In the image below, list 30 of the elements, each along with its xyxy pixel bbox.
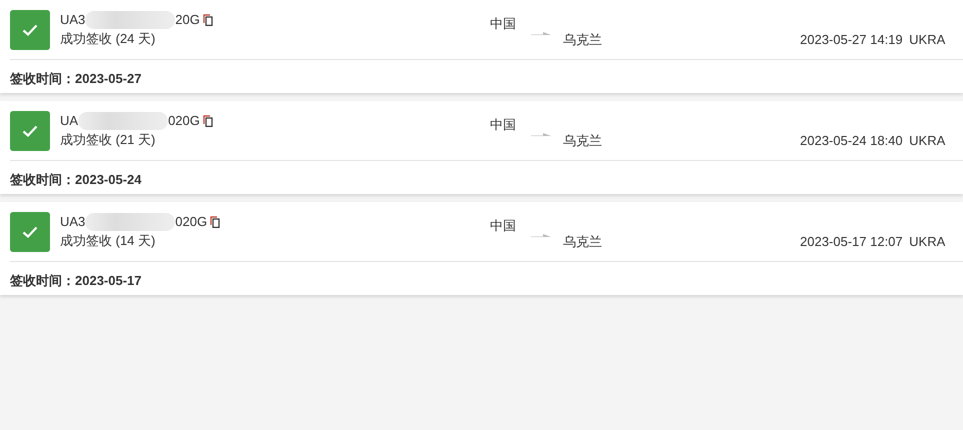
destination-country: 乌克兰 bbox=[563, 32, 602, 47]
arrow-icon bbox=[531, 131, 551, 137]
copy-icon[interactable] bbox=[203, 114, 214, 126]
signed-date: 签收时间：2023-05-17 bbox=[10, 273, 142, 288]
origin-country: 中国 bbox=[490, 16, 516, 31]
signed-date: 签收时间：2023-05-24 bbox=[10, 172, 142, 187]
tracking-number-end: 020G bbox=[168, 112, 200, 130]
event-location: UKRA bbox=[909, 31, 946, 49]
event-time: 2023-05-24 18:40 bbox=[800, 132, 903, 150]
destination-country: 乌克兰 bbox=[563, 234, 602, 249]
tracking-number-end: 20G bbox=[175, 11, 200, 29]
copy-icon[interactable] bbox=[203, 14, 214, 26]
event-time: 2023-05-27 14:19 bbox=[800, 31, 903, 49]
arrow-icon bbox=[531, 30, 551, 36]
origin-country: 中国 bbox=[490, 218, 516, 233]
event-location: UKRA bbox=[909, 233, 946, 251]
copy-icon[interactable] bbox=[210, 216, 220, 228]
event-location: UKRA bbox=[909, 132, 946, 150]
signed-date: 签收时间：2023-05-27 bbox=[10, 71, 142, 86]
tracking-number-end: 020G bbox=[175, 213, 208, 231]
status-text: 成功签收 (24 天) bbox=[60, 31, 156, 46]
tracking-number-start: UA3 bbox=[60, 213, 86, 231]
status-text: 成功签收 (14 天) bbox=[60, 233, 156, 248]
arrow-icon bbox=[531, 232, 551, 238]
tracking-number-start: UA3 bbox=[60, 11, 86, 29]
status-text: 成功签收 (21 天) bbox=[60, 132, 156, 147]
origin-country: 中国 bbox=[490, 117, 516, 132]
event-time: 2023-05-17 12:07 bbox=[800, 233, 903, 251]
tracking-number-start: UA bbox=[60, 112, 78, 130]
destination-country: 乌克兰 bbox=[563, 133, 602, 148]
